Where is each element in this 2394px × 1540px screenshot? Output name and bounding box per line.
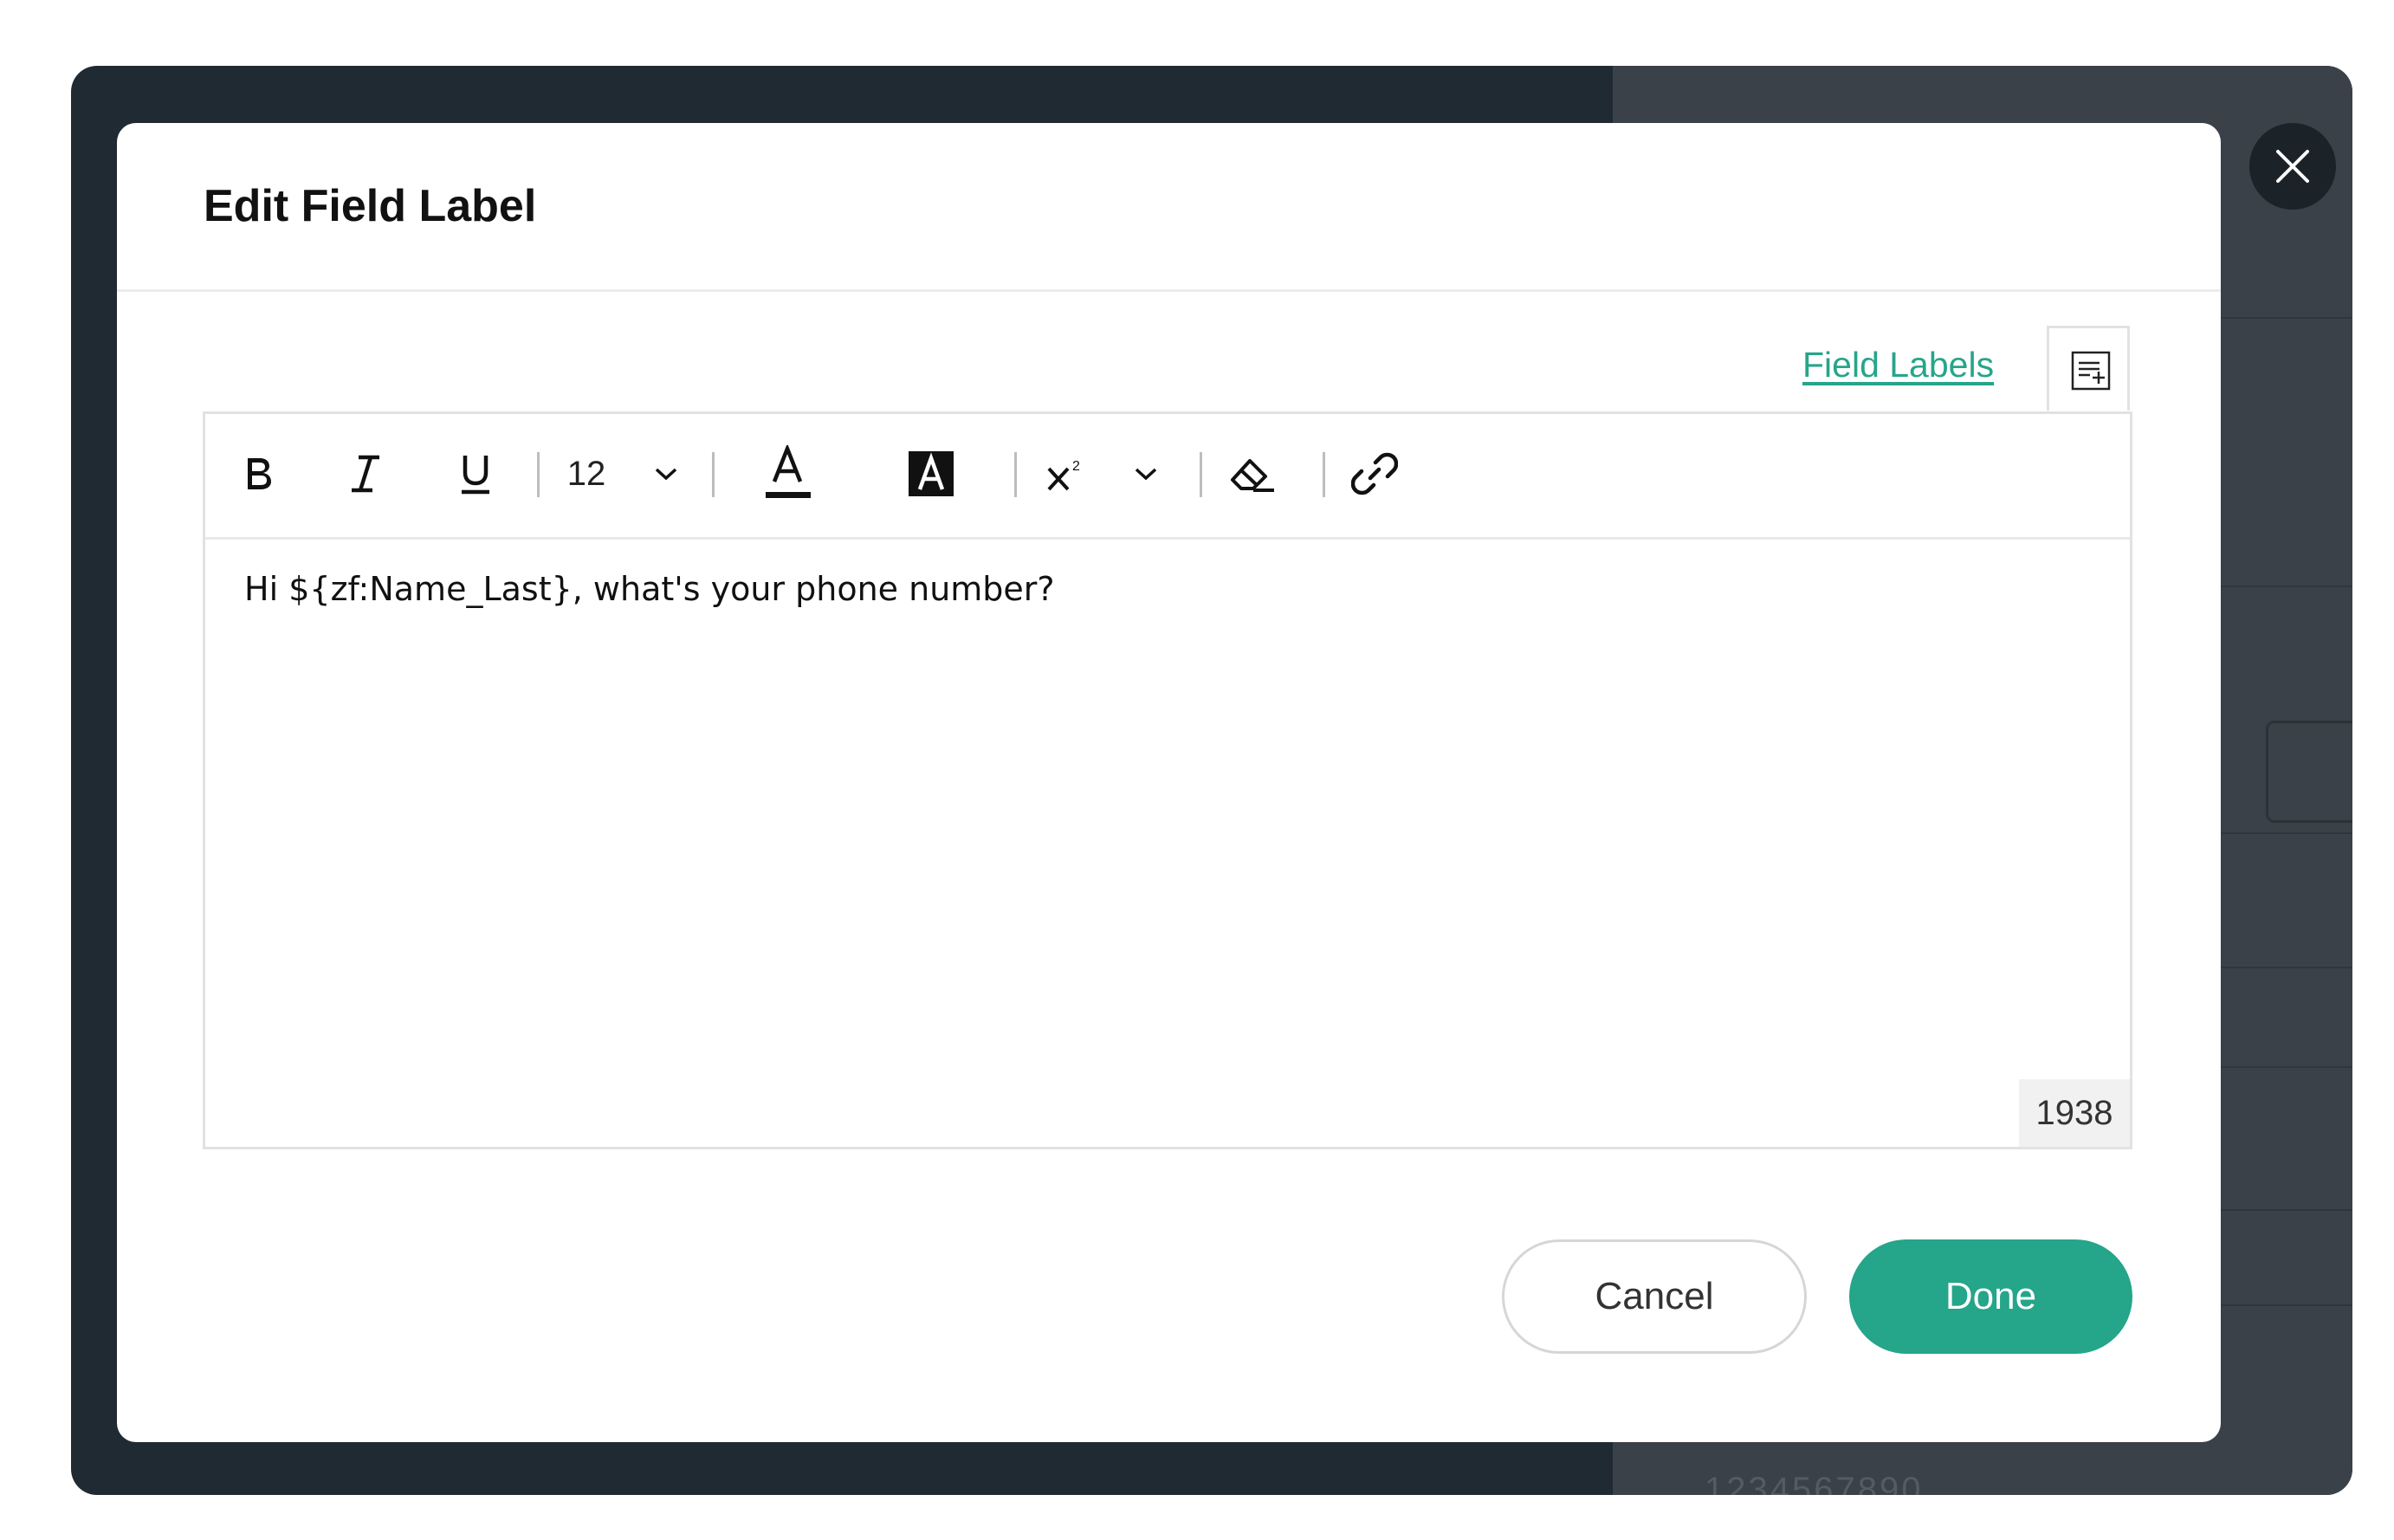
font-size-select[interactable]: 12 <box>562 445 611 502</box>
dialog-header: Edit Field Label <box>117 123 2221 292</box>
link-icon <box>1351 452 1398 495</box>
underline-icon <box>462 456 489 495</box>
highlight-color-icon <box>909 451 954 496</box>
superscript-button[interactable]: 2 <box>1041 445 1093 502</box>
toolbar-separator <box>537 452 540 497</box>
toolbar-separator <box>1323 452 1325 497</box>
background-input <box>2266 721 2352 823</box>
rich-text-editor: 12 2 Hi ${zf:Name_Last}, what's your pho… <box>203 411 2132 1149</box>
close-icon <box>2276 150 2309 183</box>
dialog-title: Edit Field Label <box>204 181 537 231</box>
clear-format-button[interactable] <box>1226 445 1281 502</box>
insert-field-icon <box>2071 351 2111 391</box>
text-color-icon <box>766 445 811 498</box>
underline-button[interactable] <box>454 445 497 502</box>
chevron-down-icon <box>1135 468 1157 481</box>
bold-icon <box>248 458 271 489</box>
done-button[interactable]: Done <box>1849 1239 2132 1354</box>
edit-field-label-dialog: Edit Field Label Field Labels 12 2 Hi ${… <box>117 123 2221 1442</box>
character-count: 1938 <box>2019 1079 2130 1147</box>
italic-button[interactable] <box>344 445 387 502</box>
italic-icon <box>352 455 379 493</box>
toolbar-separator <box>1200 452 1202 497</box>
link-button[interactable] <box>1347 445 1402 502</box>
highlight-color-button[interactable] <box>905 445 957 502</box>
toolbar-separator <box>1014 452 1017 497</box>
eraser-icon <box>1231 459 1274 492</box>
close-button[interactable] <box>2249 123 2336 210</box>
font-size-value: 12 <box>566 454 606 493</box>
text-color-button[interactable] <box>762 445 814 502</box>
superscript-icon: 2 <box>1047 459 1080 491</box>
background-digits: 1234567890 <box>1705 1471 1924 1495</box>
svg-text:2: 2 <box>1072 459 1080 474</box>
field-labels-link[interactable]: Field Labels <box>1802 345 1994 385</box>
cancel-button[interactable]: Cancel <box>1502 1239 1807 1354</box>
bold-button[interactable] <box>236 445 280 502</box>
font-size-dropdown[interactable] <box>649 445 683 502</box>
chevron-down-icon <box>655 468 677 481</box>
toolbar-separator <box>712 452 715 497</box>
insert-field-button[interactable] <box>2047 326 2130 411</box>
superscript-dropdown[interactable] <box>1129 445 1163 502</box>
editor-toolbar: 12 2 <box>205 414 2130 540</box>
editor-content[interactable]: Hi ${zf:Name_Last}, what's your phone nu… <box>244 570 1055 608</box>
